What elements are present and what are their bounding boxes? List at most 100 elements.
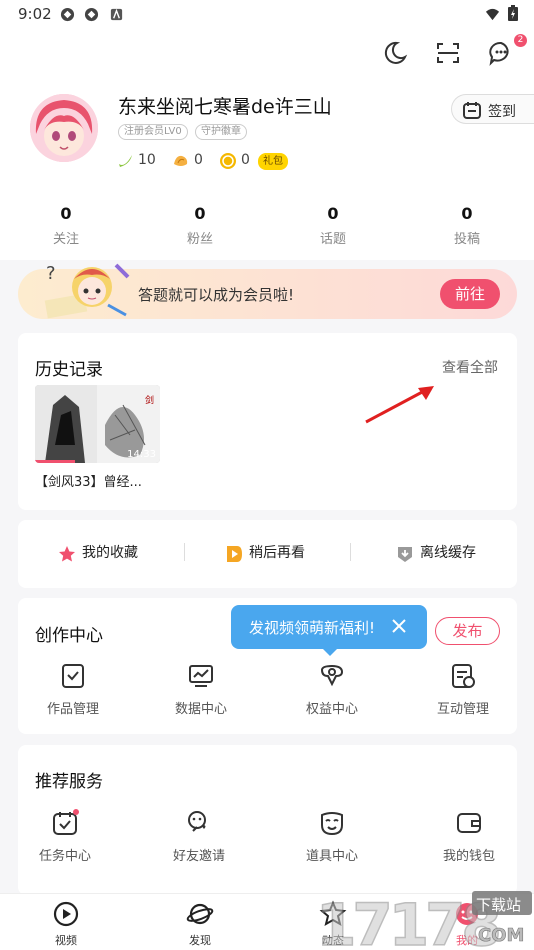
services-title: 推荐服务 (35, 772, 103, 792)
svg-text:?: ? (46, 263, 56, 284)
username: 东来坐阅七寒暑de许三山 (118, 96, 332, 118)
stat-fans[interactable]: 0 粉丝 (150, 204, 250, 247)
close-icon[interactable] (391, 618, 407, 634)
wifi-icon (485, 8, 500, 21)
svg-text:17178: 17178 (316, 891, 498, 950)
stat-value: 0 (461, 204, 473, 223)
quick-actions-card: 我的收藏 稍后再看 离线缓存 (18, 520, 517, 588)
play-later-icon (227, 546, 242, 562)
video-tab-icon (53, 901, 79, 927)
stat-value: 0 (194, 204, 206, 223)
benefits-center-label: 权益中心 (305, 702, 358, 717)
stat-label: 关注 (52, 232, 79, 247)
banana-count: 10 (138, 152, 156, 168)
shell-count: 0 (194, 152, 203, 168)
creation-title: 创作中心 (35, 626, 103, 646)
stat-label: 投稿 (453, 232, 480, 247)
task-center-label: 任务中心 (38, 849, 91, 864)
battery-icon (508, 5, 518, 21)
download-icon (398, 547, 412, 562)
friend-invite-item[interactable]: 好友邀请 (144, 809, 254, 864)
watermark-domain: COM (478, 925, 524, 946)
stat-value: 0 (60, 204, 72, 223)
guard-badge-tag[interactable]: 守护徽章 (195, 124, 247, 140)
task-center-item[interactable]: 任务中心 (10, 809, 120, 864)
works-management-item[interactable]: 作品管理 (18, 662, 128, 717)
history-title: 历史记录 (35, 360, 103, 380)
stat-topics[interactable]: 0 话题 (283, 204, 383, 247)
see-all-link[interactable]: 查看全部 (442, 357, 498, 377)
stat-value: 0 (327, 204, 339, 223)
my-wallet-item[interactable]: 我的钱包 (414, 809, 524, 864)
mascot-illustration: ? (44, 263, 130, 319)
profile-section: 东来坐阅七寒暑de许三山 注册会员LV0 守护徽章 10 0 0 礼包 签到 0… (0, 80, 534, 260)
banner-text: 答题就可以成为会员啦! (138, 286, 295, 304)
star-icon (59, 546, 75, 562)
publish-tooltip: 发视频领萌新福利! (231, 605, 427, 656)
status-bar: 9:02 (0, 0, 534, 28)
checkin-button[interactable]: 签到 (451, 94, 534, 124)
calendar-icon (463, 102, 481, 119)
tab-video[interactable]: 视频 (26, 900, 106, 948)
interaction-icon (452, 664, 475, 688)
stat-submissions[interactable]: 0 投稿 (417, 204, 517, 247)
svg-text:剑: 剑 (145, 394, 154, 406)
tooltip-text: 发视频领萌新福利! (249, 619, 376, 637)
watermark-sub: 下载站 (476, 896, 521, 914)
history-video-title[interactable]: 【剑风33】曾经... (35, 471, 142, 490)
member-quiz-banner[interactable]: ? 答题就可以成为会员啦! 前往 (18, 263, 517, 319)
banner-go-button[interactable]: 前往 (440, 279, 500, 309)
mask-icon (321, 812, 343, 836)
gold-coin-count: 0 (241, 152, 250, 168)
stat-label: 话题 (319, 232, 346, 247)
stat-following[interactable]: 0 关注 (16, 204, 116, 247)
props-center-label: 道具中心 (305, 849, 358, 864)
works-management-label: 作品管理 (46, 702, 99, 717)
member-level-tag[interactable]: 注册会员LV0 (118, 124, 188, 140)
works-icon (62, 664, 84, 688)
interaction-management-item[interactable]: 互动管理 (408, 662, 518, 717)
history-video-thumbnail[interactable]: 剑 14:33 (35, 385, 160, 463)
message-icon[interactable] (488, 40, 514, 66)
tab-video-label: 视频 (55, 934, 77, 947)
scan-icon[interactable] (435, 40, 461, 66)
services-card: 推荐服务 任务中心 好友邀请 道具中心 我的钱包 (18, 745, 517, 895)
site-watermark: 17178 下载站 COM (315, 890, 532, 950)
benefits-icon (320, 664, 344, 687)
divider (184, 543, 185, 561)
history-card: 历史记录 查看全部 剑 14:33 【剑风33】曾经... (18, 333, 517, 510)
divider (350, 543, 351, 561)
planet-tab-icon (186, 903, 214, 925)
my-wallet-label: 我的钱包 (442, 849, 495, 864)
checkin-label: 签到 (488, 104, 516, 120)
gold-coin-icon (220, 153, 236, 169)
sync-icon (60, 7, 75, 22)
data-center-label: 数据中心 (174, 702, 227, 717)
app-notification-icon (110, 8, 123, 21)
stat-label: 粉丝 (186, 232, 213, 247)
gift-badge[interactable]: 礼包 (258, 153, 288, 170)
banana-icon (119, 155, 132, 167)
video-duration: 14:33 (127, 449, 156, 460)
props-center-item[interactable]: 道具中心 (277, 809, 387, 864)
night-mode-icon[interactable] (382, 40, 408, 66)
tab-discover[interactable]: 发现 (160, 900, 240, 948)
favorites-button[interactable]: 我的收藏 (82, 542, 138, 562)
invite-icon (188, 811, 206, 832)
shell-icon (174, 155, 188, 166)
data-center-item[interactable]: 数据中心 (146, 662, 256, 717)
top-action-bar (0, 28, 534, 80)
benefits-center-item[interactable]: 权益中心 (277, 662, 387, 717)
task-icon (53, 809, 79, 835)
publish-button[interactable]: 发布 (435, 617, 500, 645)
watch-later-button[interactable]: 稍后再看 (249, 542, 305, 562)
status-time: 9:02 (18, 5, 52, 23)
message-badge: 2 (514, 34, 527, 47)
red-annotation-arrow (365, 386, 434, 424)
sync-icon (84, 7, 99, 22)
avatar[interactable] (30, 94, 98, 162)
tab-discover-label: 发现 (189, 934, 211, 947)
friend-invite-label: 好友邀请 (172, 849, 225, 864)
chart-icon (189, 665, 213, 687)
offline-cache-button[interactable]: 离线缓存 (420, 542, 476, 562)
